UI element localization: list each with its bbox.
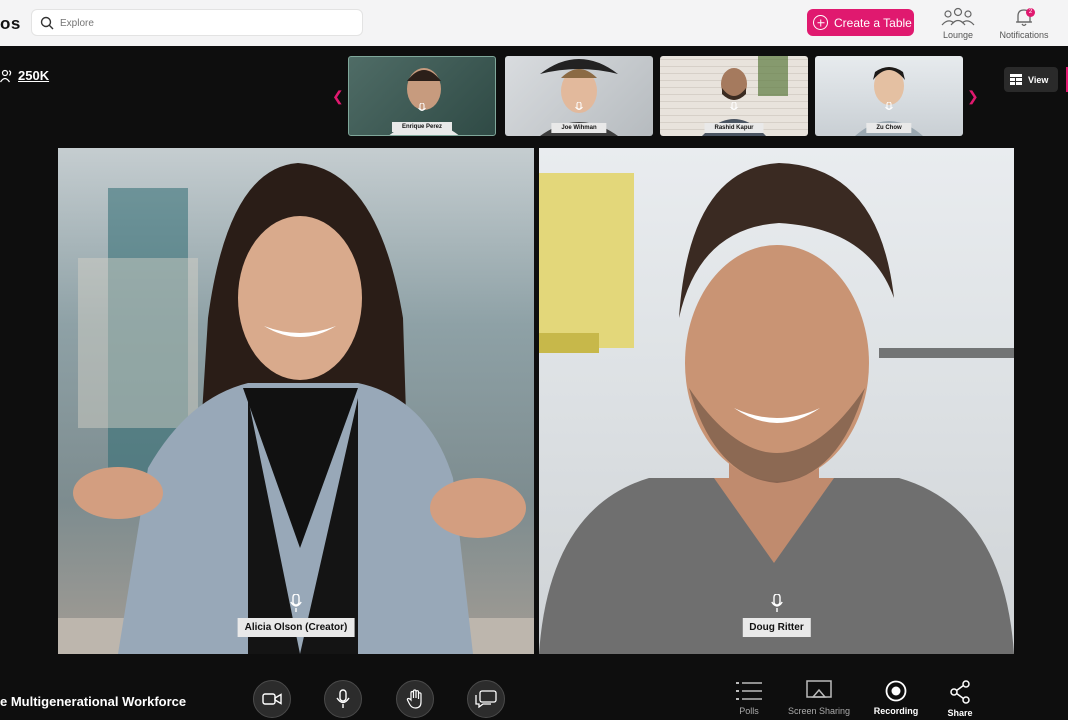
recording-button[interactable]: Recording <box>872 680 920 716</box>
thumbnail-joe-wihman[interactable]: Joe Wihman <box>505 56 653 136</box>
grid-icon <box>1010 74 1022 85</box>
share-button[interactable]: Share <box>942 680 978 718</box>
chevron-left-icon[interactable]: ❮ <box>332 88 344 105</box>
chat-icon <box>475 690 497 708</box>
screen-share-icon <box>806 680 832 698</box>
mic-icon <box>418 103 426 111</box>
view-button[interactable]: View <box>1004 67 1058 92</box>
create-table-button[interactable]: Create a Table <box>807 9 914 36</box>
mic-icon <box>336 689 350 708</box>
speaker-name-tag: Doug Ritter <box>742 618 811 637</box>
chevron-right-icon[interactable]: ❯ <box>967 88 979 105</box>
screen-sharing-button[interactable]: Screen Sharing <box>786 680 852 716</box>
polls-label: Polls <box>739 706 759 716</box>
speaker-name-tag: Alicia Olson (Creator) <box>237 618 355 637</box>
video-tile-doug-ritter[interactable]: Doug Ritter <box>539 148 1014 654</box>
recording-label: Recording <box>873 706 919 716</box>
chat-button[interactable] <box>467 680 505 718</box>
participant-count[interactable]: 250K <box>0 68 49 83</box>
participant-count-value: 250K <box>18 68 50 83</box>
thumbnail-name: Rashid Kapur <box>704 123 764 133</box>
search-input[interactable] <box>60 14 350 32</box>
mic-icon <box>770 594 783 612</box>
screen-sharing-label: Screen Sharing <box>787 706 851 716</box>
lounge-label: Lounge <box>942 30 974 40</box>
plus-icon <box>813 15 828 30</box>
view-label: View <box>1028 74 1049 85</box>
search-box[interactable] <box>31 9 363 36</box>
record-icon <box>885 680 907 702</box>
share-label: Share <box>947 708 973 718</box>
notification-count-badge: 2 <box>1026 8 1035 17</box>
polls-button[interactable]: Polls <box>730 680 768 716</box>
video-camera-icon <box>262 693 282 705</box>
notifications-label: Notifications <box>999 30 1049 40</box>
polls-icon <box>736 682 762 700</box>
share-icon <box>950 680 970 704</box>
thumbnail-name: Zu Chow <box>866 123 912 133</box>
mic-icon <box>290 594 302 612</box>
mic-icon <box>575 102 583 110</box>
thumbnail-name: Joe Wihman <box>551 123 607 133</box>
raise-hand-icon <box>406 689 422 709</box>
create-table-label: Create a Table <box>834 15 912 30</box>
search-icon <box>40 16 54 30</box>
mic-icon <box>730 102 738 110</box>
video-toggle-button[interactable] <box>253 680 291 718</box>
thumbnail-zu-chow[interactable]: Zu Chow <box>815 56 963 136</box>
thumbnail-enrique-perez[interactable]: Enrique Perez <box>348 56 496 136</box>
mic-toggle-button[interactable] <box>324 680 362 718</box>
speaker-video-feed <box>539 163 1014 654</box>
app-logo[interactable]: os <box>0 14 21 34</box>
lounge-icon <box>941 7 975 26</box>
raise-hand-button[interactable] <box>396 680 434 718</box>
speaker-video-feed <box>58 163 534 654</box>
session-title: e Multigenerational Workforce <box>0 694 187 709</box>
notifications-button[interactable]: 2 Notifications <box>996 6 1052 40</box>
video-tile-alicia-olson[interactable]: Alicia Olson (Creator) <box>58 148 534 654</box>
lounge-button[interactable]: Lounge <box>940 6 976 40</box>
people-icon <box>0 69 12 82</box>
thumbnail-name: Enrique Perez <box>391 122 453 132</box>
thumbnail-rashid-kapur[interactable]: Rashid Kapur <box>660 56 808 136</box>
mic-icon <box>885 102 893 110</box>
top-bar: os Create a Table Lounge 2 Notifications <box>0 0 1068 46</box>
